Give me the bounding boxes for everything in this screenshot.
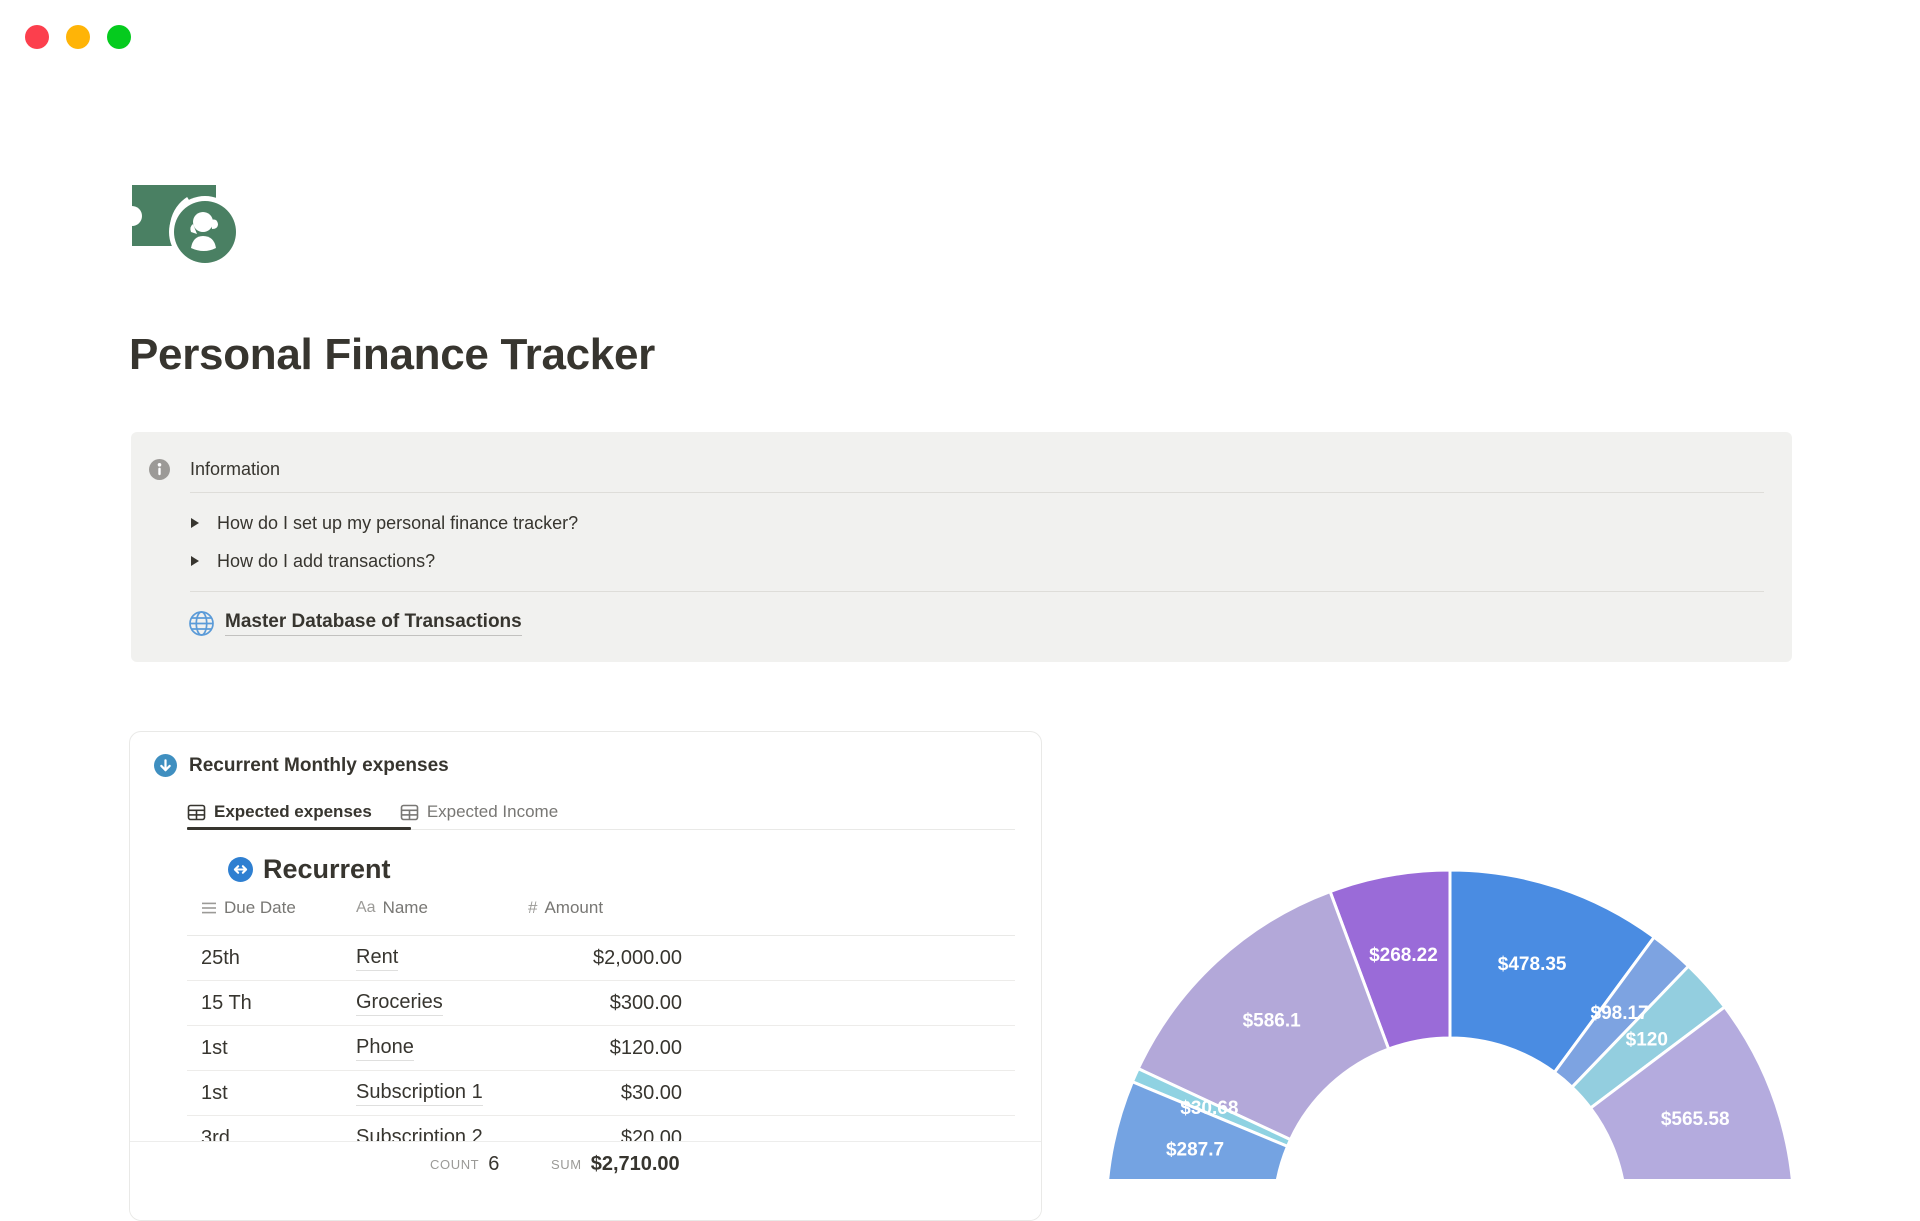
column-header-name[interactable]: Aa Name (356, 898, 428, 918)
sum-aggregate[interactable]: SUM $2,710.00 (551, 1142, 680, 1186)
table-footer: COUNT 6 SUM $2,710.00 (130, 1141, 1041, 1220)
callout-title: Information (190, 459, 281, 479)
name-cell[interactable]: Groceries (356, 981, 443, 1025)
arrow-down-circle-icon[interactable] (154, 754, 177, 777)
divider (190, 492, 1764, 493)
minimize-window-button[interactable] (66, 25, 90, 49)
info-icon (149, 459, 170, 480)
active-tab-underline (187, 827, 411, 830)
donut-segment-label: $586.1 (1243, 1011, 1302, 1032)
amount-cell[interactable]: $2,000.00 (487, 936, 682, 980)
table-row[interactable]: 1st Subscription 1 $30.00 (187, 1071, 1015, 1116)
table-body: 25th Rent $2,000.00 15 Th Groceries $300… (187, 936, 1015, 1161)
globe-icon (188, 610, 215, 637)
toggle-triangle-icon[interactable] (190, 554, 202, 568)
title-icon: Aa (356, 899, 376, 916)
toggle-setup-question[interactable]: How do I set up my personal finance trac… (190, 508, 578, 538)
toggle-triangle-icon[interactable] (190, 516, 202, 530)
donut-segment-label: $478.35 (1498, 954, 1567, 975)
divider (190, 591, 1764, 592)
close-window-button[interactable] (25, 25, 49, 49)
due-date-cell[interactable]: 25th (201, 936, 240, 980)
table-row[interactable]: 1st Phone $120.00 (187, 1026, 1015, 1071)
table-row[interactable]: 15 Th Groceries $300.00 (187, 981, 1015, 1026)
view-tabs: Expected expenses Expected Income (187, 795, 586, 829)
card-toggle-title: Recurrent Monthly expenses (189, 754, 449, 776)
database-heading: Recurrent (228, 854, 391, 885)
table-view-icon (187, 803, 206, 822)
table-row[interactable]: 25th Rent $2,000.00 (187, 936, 1015, 981)
tab-expected-income[interactable]: Expected Income (400, 802, 558, 822)
select-icon (201, 901, 217, 915)
due-date-cell[interactable]: 15 Th (201, 981, 252, 1025)
name-cell[interactable]: Rent (356, 936, 399, 980)
donut-segment-label: $287.7 (1166, 1139, 1224, 1160)
amount-cell[interactable]: $30.00 (487, 1071, 682, 1115)
donut-segment-label: $98.17 (1591, 1003, 1649, 1024)
donut-segment-label: $565.58 (1661, 1109, 1730, 1130)
information-callout: Information How do I set up my personal … (131, 432, 1792, 662)
column-headers: Due Date Aa Name # Amount (201, 898, 1015, 930)
table-view-icon (400, 803, 419, 822)
zoom-window-button[interactable] (107, 25, 131, 49)
amount-cell[interactable]: $300.00 (487, 981, 682, 1025)
database-title[interactable]: Recurrent (263, 854, 391, 885)
expenses-donut-chart: $478.35 $98.17 $120 $565.58 $268.22 $586.1 $30… (1080, 860, 1840, 1179)
money-with-wings-icon[interactable] (122, 182, 241, 268)
column-header-due-date[interactable]: Due Date (201, 898, 296, 918)
master-database-link[interactable]: Master Database of Transactions (188, 608, 522, 638)
recurrent-expenses-card: Recurrent Monthly expenses Expected expe… (129, 731, 1042, 1221)
page-title: Personal Finance Tracker (129, 330, 655, 379)
count-aggregate[interactable]: COUNT 6 (430, 1142, 499, 1186)
master-database-link-label[interactable]: Master Database of Transactions (225, 611, 522, 636)
card-toggle-header[interactable]: Recurrent Monthly expenses (154, 754, 449, 777)
name-cell[interactable]: Subscription 1 (356, 1071, 483, 1115)
column-header-amount[interactable]: # Amount (528, 898, 603, 918)
toggle-add-transactions-question[interactable]: How do I add transactions? (190, 546, 435, 576)
donut-segment-label: $120 (1626, 1030, 1668, 1051)
name-cell[interactable]: Phone (356, 1026, 414, 1070)
number-icon: # (528, 898, 538, 917)
donut-segment-label: $30.68 (1180, 1098, 1238, 1119)
due-date-cell[interactable]: 1st (201, 1026, 228, 1070)
linked-database-icon[interactable] (228, 857, 253, 882)
donut-segment-label: $268.22 (1369, 945, 1438, 966)
tab-expected-expenses[interactable]: Expected expenses (187, 802, 372, 822)
amount-cell[interactable]: $120.00 (487, 1026, 682, 1070)
due-date-cell[interactable]: 1st (201, 1071, 228, 1115)
